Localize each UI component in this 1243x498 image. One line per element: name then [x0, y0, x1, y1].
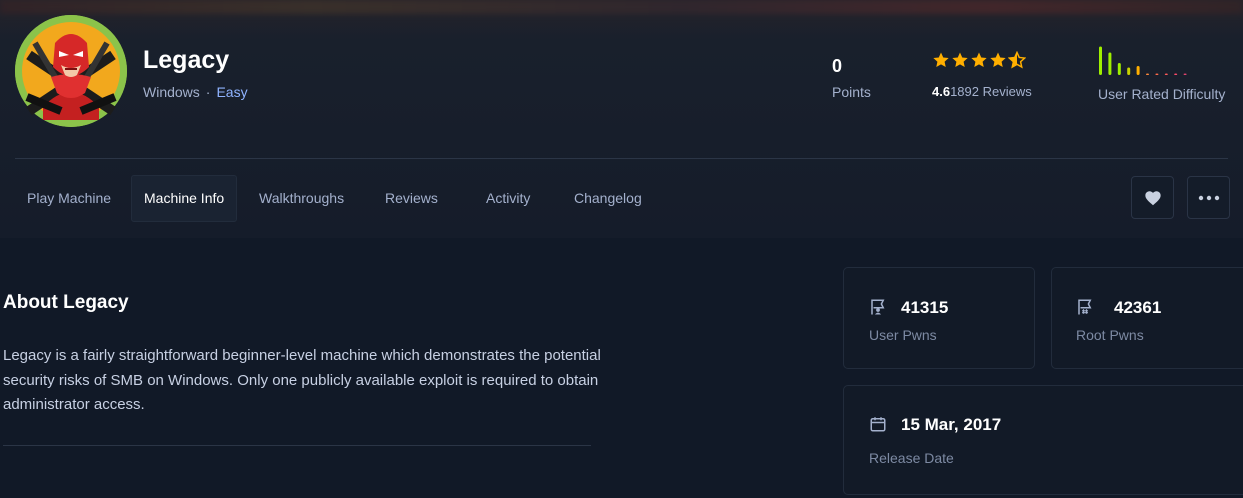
points-label: Points: [832, 84, 871, 100]
difficulty-bar: [1183, 73, 1187, 75]
rating-summary: 4.61892 Reviews: [932, 84, 1032, 99]
difficulty-bar: [1155, 73, 1159, 75]
star-icon: [990, 52, 1006, 68]
user-pwns-card: 41315 User Pwns: [843, 267, 1035, 369]
more-options-button[interactable]: [1187, 176, 1230, 219]
user-pwns-value: 41315: [901, 298, 949, 317]
about-description: Legacy is a fairly straightforward begin…: [3, 347, 601, 413]
difficulty-bar: [1174, 73, 1178, 75]
release-date-card: 15 Mar, 2017 Release Date: [843, 385, 1243, 495]
star-icon: [952, 52, 968, 68]
difficulty-bar: [1127, 67, 1131, 75]
star-icon: [971, 52, 987, 68]
release-date-label: Release Date: [869, 450, 954, 466]
points-value: 0: [832, 56, 843, 76]
reviews-count: 1892 Reviews: [950, 84, 1032, 99]
favorite-button[interactable]: [1131, 176, 1174, 219]
header-banner: [0, 0, 1243, 14]
tab-reviews[interactable]: Reviews: [373, 175, 450, 222]
root-pwns-value: 42361: [1114, 298, 1162, 317]
user-flag-icon: [871, 299, 885, 315]
rating-value: 4.6: [932, 84, 951, 99]
calendar-icon: [870, 417, 886, 432]
release-date-value: 15 Mar, 2017: [901, 415, 1002, 434]
difficulty-chart-label: User Rated Difficulty: [1098, 86, 1226, 102]
meta-separator: ·: [205, 84, 211, 100]
tab-changelog[interactable]: Changelog: [562, 175, 654, 222]
os-label: Windows: [143, 84, 200, 100]
tab-walkthroughs[interactable]: Walkthroughs: [247, 175, 356, 222]
more-horizontal-icon: [1198, 195, 1219, 200]
difficulty-bar: [1099, 46, 1102, 75]
difficulty-bar: [1108, 52, 1112, 75]
difficulty-chart: [1099, 46, 1187, 75]
about-divider: [3, 445, 591, 446]
machine-meta: Windows · Easy: [143, 84, 248, 100]
difficulty-bar: [1164, 73, 1168, 75]
user-pwns-label: User Pwns: [869, 327, 937, 343]
heart-icon: [1144, 190, 1161, 205]
tab-machine-info[interactable]: Machine Info: [131, 175, 238, 222]
header-divider: [15, 158, 1228, 159]
tab-play-machine[interactable]: Play Machine: [15, 175, 123, 222]
root-pwns-label: Root Pwns: [1076, 327, 1144, 343]
star-half-icon: [1008, 51, 1026, 69]
difficulty-bar: [1146, 73, 1149, 75]
star-rating: [932, 51, 1026, 69]
root-flag-icon: [1078, 299, 1092, 315]
machine-name: Legacy: [143, 46, 230, 74]
difficulty-bar: [1117, 63, 1121, 75]
difficulty-bar: [1136, 66, 1140, 75]
difficulty-label: Easy: [216, 84, 248, 100]
star-icon: [933, 52, 949, 68]
about-title: About Legacy: [3, 292, 129, 313]
tab-activity[interactable]: Activity: [474, 175, 542, 222]
root-pwns-card: 42361 Root Pwns: [1051, 267, 1243, 369]
machine-avatar: [15, 15, 127, 127]
